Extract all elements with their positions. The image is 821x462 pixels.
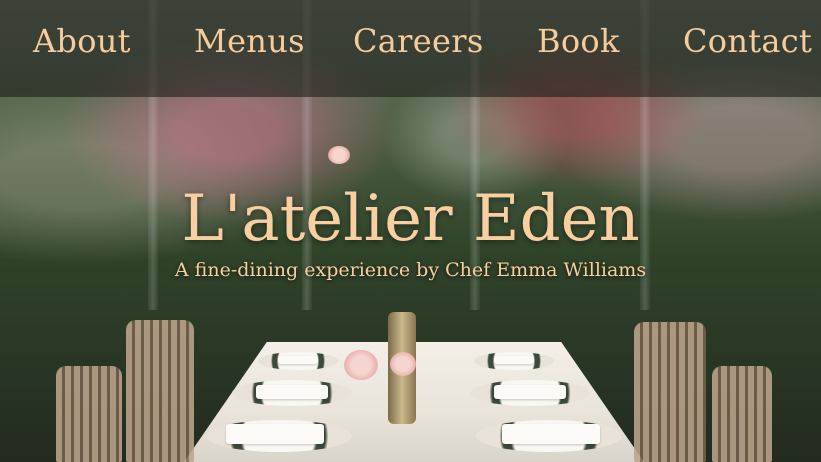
nav-link-menus[interactable]: Menus xyxy=(194,22,305,60)
napkin xyxy=(494,385,566,399)
chair xyxy=(126,320,194,462)
restaurant-title: L'atelier Eden xyxy=(181,182,640,256)
restaurant-subtitle: A fine-dining experience by Chef Emma Wi… xyxy=(174,259,647,281)
flower-blossom xyxy=(344,350,378,380)
top-navigation: About Menus Careers Book Contact xyxy=(0,0,821,97)
napkin xyxy=(226,424,324,444)
napkin xyxy=(256,385,328,399)
flower-blossom xyxy=(328,146,350,164)
chair xyxy=(634,322,706,462)
nav-link-careers[interactable]: Careers xyxy=(353,22,484,60)
flower-blossom xyxy=(390,352,416,376)
napkin xyxy=(502,424,600,444)
nav-link-about[interactable]: About xyxy=(33,22,131,60)
nav-link-contact[interactable]: Contact xyxy=(683,22,812,60)
chair xyxy=(712,366,772,462)
napkin xyxy=(494,356,534,364)
nav-link-book[interactable]: Book xyxy=(537,22,620,60)
napkin xyxy=(278,356,318,364)
chair xyxy=(56,366,122,462)
